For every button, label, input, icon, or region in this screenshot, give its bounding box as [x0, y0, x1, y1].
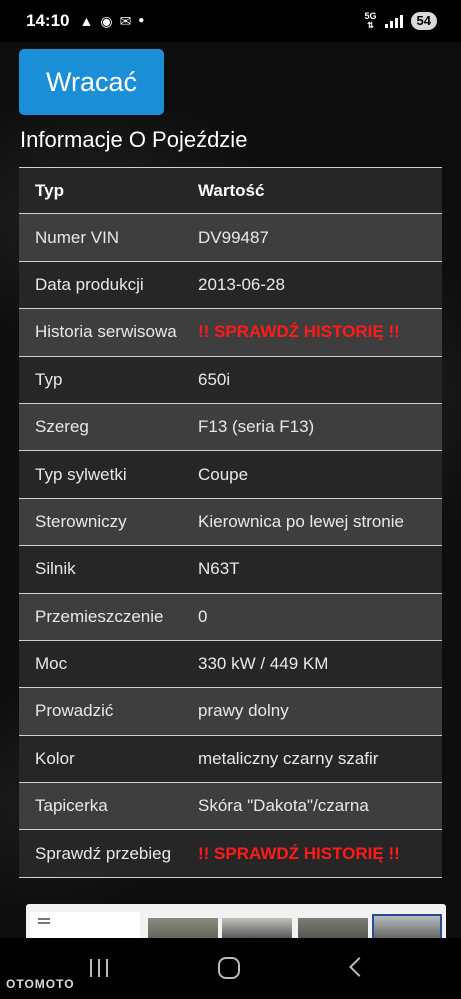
status-bar: 14:10 ▲ ◉ ✉ ● 5G ⇅ 54 — [0, 0, 461, 42]
row-label: Data produkcji — [35, 274, 144, 294]
notification-icons: ▲ ◉ ✉ ● — [79, 14, 144, 28]
table-row: Sterowniczy Kierownica po lewej stronie — [19, 498, 442, 547]
row-value: 650i — [198, 369, 231, 389]
row-value: N63T — [198, 559, 240, 579]
home-icon[interactable] — [218, 957, 240, 979]
row-value: prawy dolny — [198, 701, 289, 721]
row-label: Kolor — [35, 748, 75, 768]
row-value: 0 — [198, 606, 208, 626]
network-label: 5G — [364, 11, 377, 21]
row-value: Skóra "Dakota"/czarna — [198, 796, 369, 816]
signal-icon — [384, 14, 403, 28]
page-title: Informacje O Pojeździe — [20, 127, 248, 152]
row-label: Typ sylwetki — [35, 464, 127, 484]
network-icon: 5G ⇅ — [364, 11, 377, 31]
row-value: Coupe — [198, 464, 249, 484]
header-type: Typ — [35, 180, 64, 200]
row-label: Historia serwisowa — [35, 322, 177, 342]
row-label: Moc — [35, 654, 68, 674]
row-label: Typ — [35, 369, 63, 389]
status-time: 14:10 — [26, 11, 70, 30]
back-button[interactable]: Wracać — [19, 49, 164, 115]
row-label: Sterowniczy — [35, 511, 127, 531]
row-value: metaliczny czarny szafir — [198, 748, 379, 768]
row-label: Tapicerka — [35, 796, 108, 816]
table-row: Sprawdź przebieg !! SPRAWDŹ HISTORIĘ !! — [19, 830, 442, 878]
status-right: 5G ⇅ 54 — [365, 12, 437, 30]
table-row: Kolor metaliczny czarny szafir — [19, 735, 442, 784]
row-label: Sprawdź przebieg — [35, 843, 172, 863]
table-row: Typ 650i — [19, 356, 442, 404]
battery-badge: 54 — [410, 12, 437, 30]
table-row: Szereg F13 (seria F13) — [19, 403, 442, 452]
recents-icon[interactable] — [90, 959, 108, 977]
otomoto-watermark: OTOMOTO — [6, 977, 75, 991]
back-nav-icon[interactable] — [349, 957, 369, 977]
mail-icon: ✉ — [119, 13, 132, 29]
dot-icon: ● — [138, 15, 145, 26]
row-value-alert: !! SPRAWDŹ HISTORIĘ !! — [198, 322, 400, 342]
table-row: Tapicerka Skóra "Dakota"/czarna — [19, 783, 442, 831]
row-value-alert: !! SPRAWDŹ HISTORIĘ !! — [198, 843, 400, 863]
row-value: DV99487 — [198, 227, 269, 247]
table-row: Data produkcji 2013-06-28 — [19, 261, 442, 310]
row-label: Silnik — [35, 559, 76, 579]
table-row: Prowadzić prawy dolny — [19, 688, 442, 736]
row-value: Kierownica po lewej stronie — [198, 511, 404, 531]
table-row: Moc 330 kW / 449 KM — [19, 640, 442, 689]
table-row: Silnik N63T — [19, 546, 442, 594]
table-row: Przemieszczenie 0 — [19, 593, 442, 641]
warning-icon: ▲ — [79, 13, 94, 29]
table-row: Typ sylwetki Coupe — [19, 451, 442, 499]
row-value: F13 (seria F13) — [198, 417, 315, 437]
row-label: Numer VIN — [35, 227, 120, 247]
table-row: Numer VIN DV99487 — [19, 214, 442, 262]
row-label: Szereg — [35, 417, 89, 437]
header-value: Wartość — [198, 180, 265, 200]
row-label: Prowadzić — [35, 701, 114, 721]
table-header-row: Typ Wartość — [19, 167, 442, 215]
row-label: Przemieszczenie — [35, 606, 164, 626]
vehicle-info-table: Typ Wartość Numer VIN DV99487 Data produkc… — [19, 167, 442, 878]
table-row: Historia serwisowa !! SPRAWDŹ HISTORIĘ !! — [19, 309, 442, 357]
row-value: 330 kW / 449 KM — [198, 654, 329, 674]
row-value: 2013-06-28 — [198, 274, 285, 294]
messenger-icon: ◉ — [100, 13, 113, 29]
